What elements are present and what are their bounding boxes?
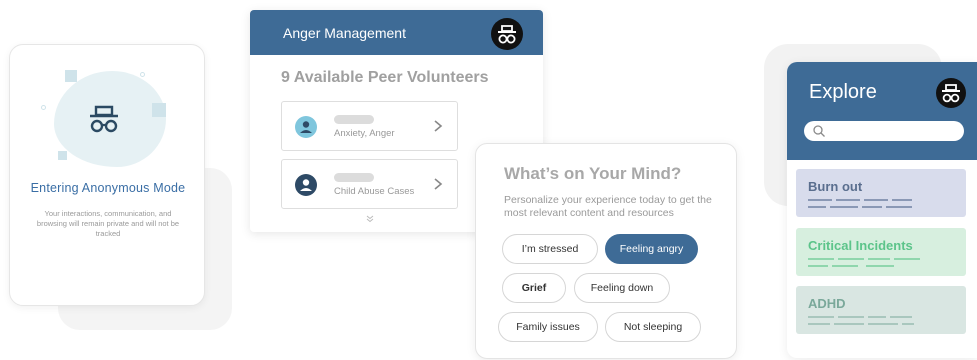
decor-dot [140,72,145,77]
decor-dot [41,105,46,110]
incognito-icon[interactable] [491,18,523,50]
text-placeholder-lines [808,199,912,208]
avatar [295,116,317,138]
chip-not-sleeping[interactable]: Not sleeping [605,312,701,342]
whats-on-your-mind-card: What’s on Your Mind? Personalize your ex… [475,143,737,359]
avatar [295,174,317,196]
volunteer-count: 9 Available Peer Volunteers [281,69,489,86]
anonymous-mode-card: Entering Anonymous Mode Your interaction… [9,44,205,306]
volunteer-row[interactable]: Anxiety, Anger [281,101,458,151]
text-placeholder-lines [808,258,920,267]
chip-im-stressed[interactable]: I’m stressed [502,234,598,264]
peer-header-title: Anger Management [283,25,406,41]
volunteer-tags: Child Abuse Cases [334,186,415,197]
decor-square [58,151,67,160]
chip-feeling-down[interactable]: Feeling down [574,273,670,303]
volunteer-name-placeholder [334,115,374,124]
chip-grief[interactable]: Grief [502,273,566,303]
search-icon [813,125,825,137]
topic-card[interactable]: Burn out [796,169,966,217]
volunteer-tags: Anxiety, Anger [334,128,395,139]
anon-mode-title: Entering Anonymous Mode [30,181,186,195]
peer-header: Anger Management [250,10,543,55]
mind-subtitle: Personalize your experience today to get… [504,194,712,219]
volunteer-row[interactable]: Child Abuse Cases [281,159,458,209]
explore-title: Explore [809,81,877,103]
topic-label: Burn out [808,179,863,194]
anon-mode-description: Your interactions, communication, and br… [36,209,180,238]
text-placeholder-lines [808,316,914,325]
topic-card[interactable]: ADHD [796,286,966,334]
explore-header: Explore [787,62,977,160]
topic-card[interactable]: Critical Incidents [796,228,966,276]
mind-title: What’s on Your Mind? [504,164,682,183]
chevron-down-icon[interactable] [365,215,375,223]
decor-square [152,103,166,117]
chip-family-issues[interactable]: Family issues [498,312,598,342]
topic-label: Critical Incidents [808,238,913,253]
incognito-icon [90,105,118,133]
chevron-right-icon [434,178,443,190]
volunteer-name-placeholder [334,173,374,182]
chevron-right-icon [434,120,443,132]
decor-square [65,70,77,82]
topic-label: ADHD [808,296,846,311]
chip-feeling-angry[interactable]: Feeling angry [605,234,698,264]
incognito-icon[interactable] [936,78,966,108]
search-input[interactable] [804,121,964,141]
explore-card: Explore Burn out Critical Incidents ADHD [787,62,977,358]
